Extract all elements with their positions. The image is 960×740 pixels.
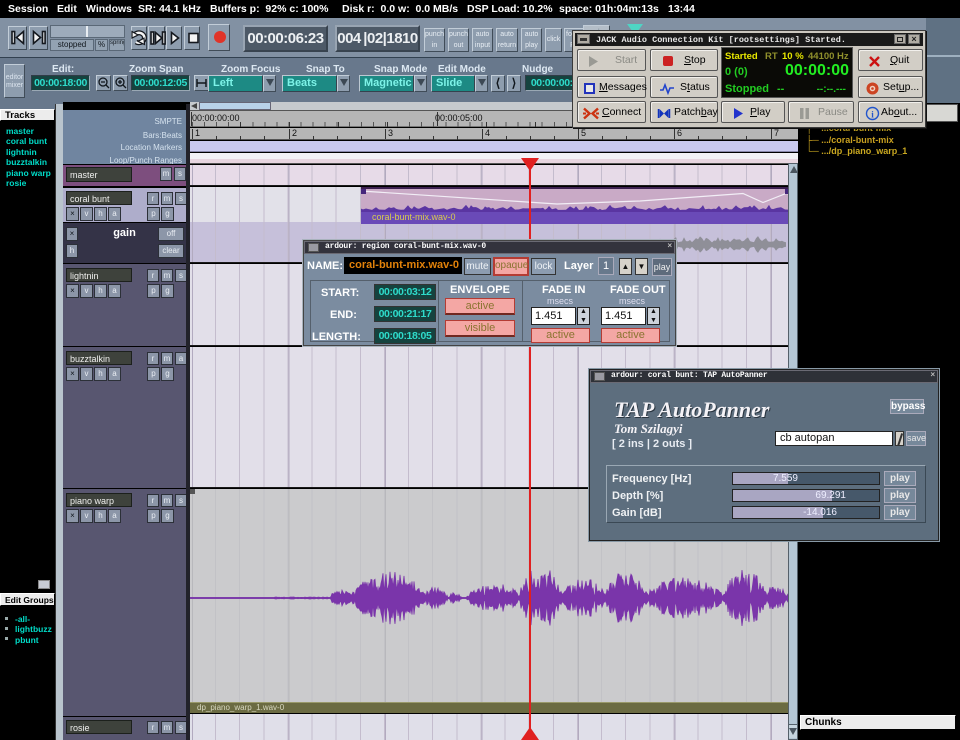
svg-text:i: i bbox=[871, 110, 874, 120]
